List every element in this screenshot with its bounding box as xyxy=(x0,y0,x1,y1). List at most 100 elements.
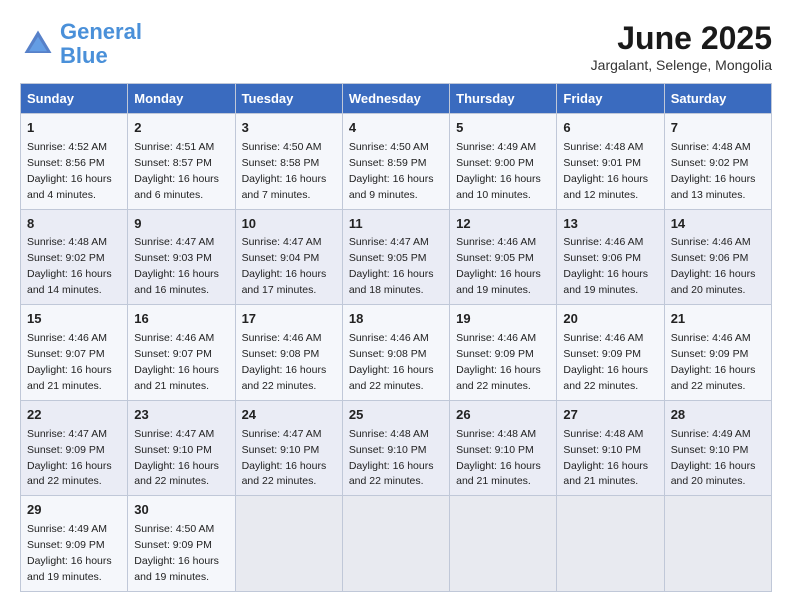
day-info: Sunrise: 4:51 AMSunset: 8:57 PMDaylight:… xyxy=(134,141,219,201)
day-info: Sunrise: 4:46 AMSunset: 9:07 PMDaylight:… xyxy=(134,332,219,392)
day-cell: 11 Sunrise: 4:47 AMSunset: 9:05 PMDaylig… xyxy=(342,209,449,305)
day-cell: 25 Sunrise: 4:48 AMSunset: 9:10 PMDaylig… xyxy=(342,400,449,496)
day-number: 24 xyxy=(242,406,336,425)
day-cell: 1 Sunrise: 4:52 AMSunset: 8:56 PMDayligh… xyxy=(21,114,128,210)
day-number: 26 xyxy=(456,406,550,425)
logo-icon xyxy=(20,26,56,62)
empty-cell xyxy=(557,496,664,592)
month-title: June 2025 xyxy=(591,20,772,57)
col-friday: Friday xyxy=(557,84,664,114)
day-cell: 15 Sunrise: 4:46 AMSunset: 9:07 PMDaylig… xyxy=(21,305,128,401)
day-cell: 26 Sunrise: 4:48 AMSunset: 9:10 PMDaylig… xyxy=(450,400,557,496)
day-info: Sunrise: 4:46 AMSunset: 9:08 PMDaylight:… xyxy=(242,332,327,392)
day-cell: 30 Sunrise: 4:50 AMSunset: 9:09 PMDaylig… xyxy=(128,496,235,592)
day-number: 10 xyxy=(242,215,336,234)
day-cell: 14 Sunrise: 4:46 AMSunset: 9:06 PMDaylig… xyxy=(664,209,771,305)
day-info: Sunrise: 4:46 AMSunset: 9:08 PMDaylight:… xyxy=(349,332,434,392)
day-cell: 29 Sunrise: 4:49 AMSunset: 9:09 PMDaylig… xyxy=(21,496,128,592)
empty-cell xyxy=(342,496,449,592)
col-thursday: Thursday xyxy=(450,84,557,114)
empty-cell xyxy=(664,496,771,592)
day-number: 8 xyxy=(27,215,121,234)
day-number: 29 xyxy=(27,501,121,520)
day-number: 30 xyxy=(134,501,228,520)
day-number: 23 xyxy=(134,406,228,425)
day-cell: 2 Sunrise: 4:51 AMSunset: 8:57 PMDayligh… xyxy=(128,114,235,210)
logo-text: General Blue xyxy=(60,20,142,68)
day-info: Sunrise: 4:50 AMSunset: 8:58 PMDaylight:… xyxy=(242,141,327,201)
day-info: Sunrise: 4:48 AMSunset: 9:02 PMDaylight:… xyxy=(27,236,112,296)
day-cell: 3 Sunrise: 4:50 AMSunset: 8:58 PMDayligh… xyxy=(235,114,342,210)
day-number: 18 xyxy=(349,310,443,329)
day-info: Sunrise: 4:46 AMSunset: 9:09 PMDaylight:… xyxy=(671,332,756,392)
day-info: Sunrise: 4:49 AMSunset: 9:09 PMDaylight:… xyxy=(27,523,112,583)
day-cell: 28 Sunrise: 4:49 AMSunset: 9:10 PMDaylig… xyxy=(664,400,771,496)
day-info: Sunrise: 4:47 AMSunset: 9:09 PMDaylight:… xyxy=(27,428,112,488)
col-monday: Monday xyxy=(128,84,235,114)
calendar-header-row: Sunday Monday Tuesday Wednesday Thursday… xyxy=(21,84,772,114)
day-cell: 27 Sunrise: 4:48 AMSunset: 9:10 PMDaylig… xyxy=(557,400,664,496)
day-cell: 23 Sunrise: 4:47 AMSunset: 9:10 PMDaylig… xyxy=(128,400,235,496)
day-number: 11 xyxy=(349,215,443,234)
day-number: 2 xyxy=(134,119,228,138)
day-number: 19 xyxy=(456,310,550,329)
day-number: 13 xyxy=(563,215,657,234)
day-number: 6 xyxy=(563,119,657,138)
day-number: 21 xyxy=(671,310,765,329)
calendar-row: 22 Sunrise: 4:47 AMSunset: 9:09 PMDaylig… xyxy=(21,400,772,496)
day-cell: 21 Sunrise: 4:46 AMSunset: 9:09 PMDaylig… xyxy=(664,305,771,401)
day-cell: 4 Sunrise: 4:50 AMSunset: 8:59 PMDayligh… xyxy=(342,114,449,210)
day-info: Sunrise: 4:46 AMSunset: 9:07 PMDaylight:… xyxy=(27,332,112,392)
col-wednesday: Wednesday xyxy=(342,84,449,114)
empty-cell xyxy=(450,496,557,592)
day-info: Sunrise: 4:47 AMSunset: 9:05 PMDaylight:… xyxy=(349,236,434,296)
calendar-row: 15 Sunrise: 4:46 AMSunset: 9:07 PMDaylig… xyxy=(21,305,772,401)
day-cell: 20 Sunrise: 4:46 AMSunset: 9:09 PMDaylig… xyxy=(557,305,664,401)
location-subtitle: Jargalant, Selenge, Mongolia xyxy=(591,57,772,73)
day-info: Sunrise: 4:47 AMSunset: 9:10 PMDaylight:… xyxy=(134,428,219,488)
day-number: 4 xyxy=(349,119,443,138)
day-cell: 12 Sunrise: 4:46 AMSunset: 9:05 PMDaylig… xyxy=(450,209,557,305)
day-number: 14 xyxy=(671,215,765,234)
day-cell: 13 Sunrise: 4:46 AMSunset: 9:06 PMDaylig… xyxy=(557,209,664,305)
day-number: 1 xyxy=(27,119,121,138)
day-cell: 9 Sunrise: 4:47 AMSunset: 9:03 PMDayligh… xyxy=(128,209,235,305)
day-number: 27 xyxy=(563,406,657,425)
day-number: 25 xyxy=(349,406,443,425)
day-info: Sunrise: 4:50 AMSunset: 9:09 PMDaylight:… xyxy=(134,523,219,583)
day-info: Sunrise: 4:46 AMSunset: 9:06 PMDaylight:… xyxy=(563,236,648,296)
day-number: 16 xyxy=(134,310,228,329)
day-info: Sunrise: 4:48 AMSunset: 9:10 PMDaylight:… xyxy=(456,428,541,488)
col-sunday: Sunday xyxy=(21,84,128,114)
calendar-row: 8 Sunrise: 4:48 AMSunset: 9:02 PMDayligh… xyxy=(21,209,772,305)
day-info: Sunrise: 4:48 AMSunset: 9:01 PMDaylight:… xyxy=(563,141,648,201)
day-cell: 8 Sunrise: 4:48 AMSunset: 9:02 PMDayligh… xyxy=(21,209,128,305)
day-cell: 7 Sunrise: 4:48 AMSunset: 9:02 PMDayligh… xyxy=(664,114,771,210)
day-info: Sunrise: 4:46 AMSunset: 9:06 PMDaylight:… xyxy=(671,236,756,296)
day-number: 12 xyxy=(456,215,550,234)
calendar-table: Sunday Monday Tuesday Wednesday Thursday… xyxy=(20,83,772,592)
day-cell: 17 Sunrise: 4:46 AMSunset: 9:08 PMDaylig… xyxy=(235,305,342,401)
day-number: 9 xyxy=(134,215,228,234)
page-header: General Blue June 2025 Jargalant, Seleng… xyxy=(20,20,772,73)
day-cell: 5 Sunrise: 4:49 AMSunset: 9:00 PMDayligh… xyxy=(450,114,557,210)
day-info: Sunrise: 4:47 AMSunset: 9:10 PMDaylight:… xyxy=(242,428,327,488)
day-info: Sunrise: 4:48 AMSunset: 9:02 PMDaylight:… xyxy=(671,141,756,201)
day-info: Sunrise: 4:50 AMSunset: 8:59 PMDaylight:… xyxy=(349,141,434,201)
col-tuesday: Tuesday xyxy=(235,84,342,114)
day-number: 20 xyxy=(563,310,657,329)
day-cell: 24 Sunrise: 4:47 AMSunset: 9:10 PMDaylig… xyxy=(235,400,342,496)
day-number: 28 xyxy=(671,406,765,425)
col-saturday: Saturday xyxy=(664,84,771,114)
day-cell: 10 Sunrise: 4:47 AMSunset: 9:04 PMDaylig… xyxy=(235,209,342,305)
day-info: Sunrise: 4:46 AMSunset: 9:09 PMDaylight:… xyxy=(563,332,648,392)
day-info: Sunrise: 4:46 AMSunset: 9:05 PMDaylight:… xyxy=(456,236,541,296)
day-info: Sunrise: 4:49 AMSunset: 9:10 PMDaylight:… xyxy=(671,428,756,488)
day-info: Sunrise: 4:52 AMSunset: 8:56 PMDaylight:… xyxy=(27,141,112,201)
day-info: Sunrise: 4:48 AMSunset: 9:10 PMDaylight:… xyxy=(349,428,434,488)
day-info: Sunrise: 4:48 AMSunset: 9:10 PMDaylight:… xyxy=(563,428,648,488)
day-number: 22 xyxy=(27,406,121,425)
logo: General Blue xyxy=(20,20,142,68)
day-number: 5 xyxy=(456,119,550,138)
day-number: 3 xyxy=(242,119,336,138)
